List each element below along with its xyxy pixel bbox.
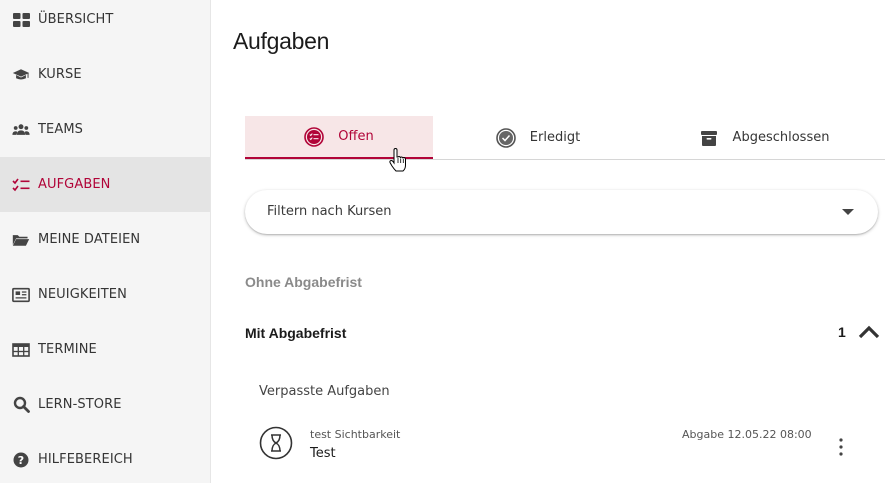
team-icon <box>12 121 30 139</box>
section-without-deadline[interactable]: Ohne Abgabefrist <box>245 274 362 290</box>
page-title: Aufgaben <box>233 28 330 54</box>
open-tasks-icon <box>304 126 325 147</box>
help-icon: ? <box>12 451 30 469</box>
sidebar-item-kurse[interactable]: KURSE <box>0 47 210 102</box>
course-filter-select[interactable]: Filtern nach Kursen <box>245 190 878 234</box>
section-count: 1 <box>838 324 846 340</box>
sidebar-item-label: TEAMS <box>38 122 84 137</box>
sidebar-item-meine-dateien[interactable]: MEINE DATEIEN <box>0 212 210 267</box>
task-tabs: Offen Erledigt Abgeschlossen <box>245 116 885 160</box>
sidebar-item-label: MEINE DATEIEN <box>38 232 141 247</box>
tab-label: Offen <box>338 129 374 144</box>
sidebar-item-uebersicht[interactable]: ÜBERSICHT <box>0 0 210 47</box>
sidebar-item-lern-store[interactable]: LERN-STORE <box>0 377 210 432</box>
sidebar-item-label: NEUIGKEITEN <box>38 287 127 302</box>
sidebar-item-label: LERN-STORE <box>38 397 122 412</box>
task-due-date: Abgabe 12.05.22 08:00 <box>682 428 812 441</box>
sidebar: ÜBERSICHT KURSE TEAMS AUFGABEN MEINE DAT… <box>0 0 211 483</box>
sidebar-item-termine[interactable]: TERMINE <box>0 322 210 377</box>
sidebar-item-label: KURSE <box>38 67 82 82</box>
tab-erledigt[interactable]: Erledigt <box>433 116 643 159</box>
tab-label: Abgeschlossen <box>732 130 830 145</box>
task-course: test Sichtbarkeit <box>310 428 401 441</box>
search-icon <box>12 396 30 414</box>
archive-icon <box>699 128 719 148</box>
caret-down-icon <box>842 209 854 215</box>
sidebar-item-neuigkeiten[interactable]: NEUIGKEITEN <box>0 267 210 322</box>
graduation-cap-icon <box>12 66 30 84</box>
tab-label: Erledigt <box>529 130 581 145</box>
section-with-deadline[interactable]: Mit Abgabefrist <box>245 325 346 341</box>
task-title[interactable]: Test <box>310 446 336 461</box>
missed-tasks-label: Verpasste Aufgaben <box>259 384 390 399</box>
sidebar-item-hilfebereich[interactable]: ? HILFEBEREICH <box>0 432 210 487</box>
task-list-icon <box>12 176 30 194</box>
tab-abgeschlossen[interactable]: Abgeschlossen <box>643 116 885 159</box>
more-options-icon[interactable] <box>836 437 846 457</box>
calendar-table-icon <box>12 341 30 359</box>
sidebar-item-teams[interactable]: TEAMS <box>0 102 210 157</box>
sidebar-item-label: AUFGABEN <box>38 177 111 192</box>
folder-icon <box>12 231 30 249</box>
sidebar-item-aufgaben[interactable]: AUFGABEN <box>0 157 210 212</box>
check-circle-icon <box>495 127 516 148</box>
grid-icon <box>12 11 30 29</box>
hourglass-icon <box>259 426 293 460</box>
sidebar-item-label: TERMINE <box>38 342 97 357</box>
sidebar-item-label: HILFEBEREICH <box>38 452 133 467</box>
mouse-pointer-icon <box>389 148 406 172</box>
newspaper-icon <box>12 286 30 304</box>
course-filter-placeholder: Filtern nach Kursen <box>267 204 392 219</box>
sidebar-item-label: ÜBERSICHT <box>38 12 114 27</box>
svg-text:?: ? <box>18 454 24 467</box>
chevron-up-icon[interactable] <box>858 324 880 340</box>
